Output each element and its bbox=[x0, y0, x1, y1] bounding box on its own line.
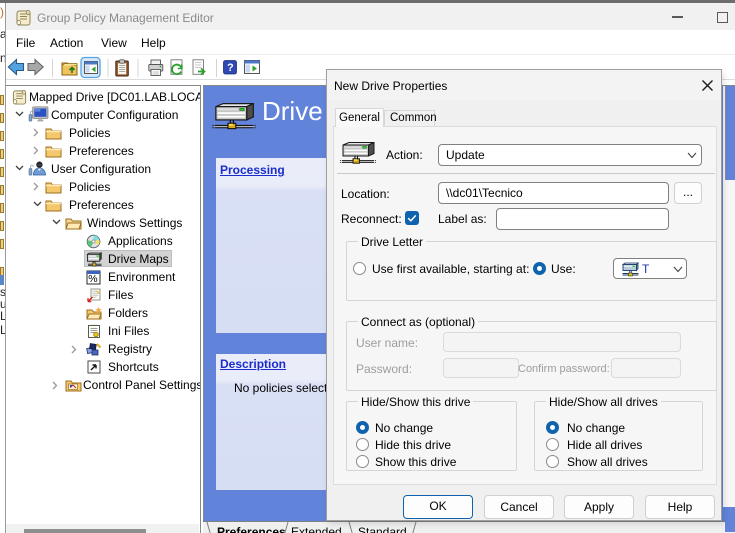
svg-text:%: % bbox=[88, 273, 97, 285]
svg-text:?: ? bbox=[227, 62, 234, 74]
